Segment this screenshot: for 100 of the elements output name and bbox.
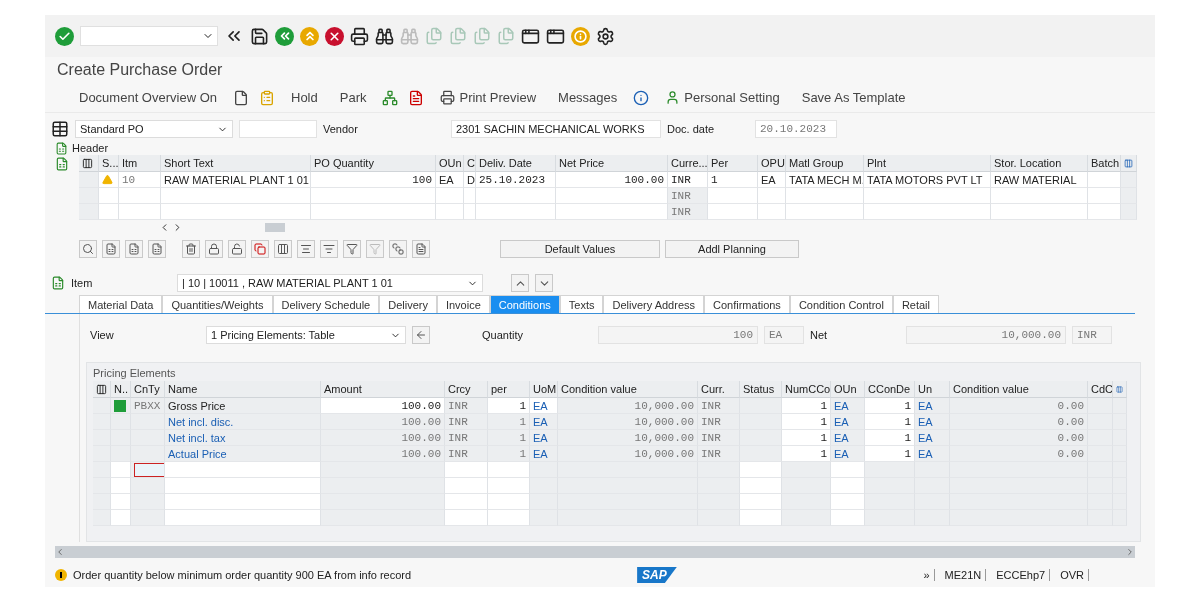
table-cell: INR	[668, 172, 708, 188]
currency-field: INR	[1072, 326, 1112, 344]
table-settings-icon[interactable]	[79, 155, 99, 172]
tab[interactable]: Condition Control	[789, 295, 893, 313]
column-header: PO Quantity	[311, 155, 436, 172]
window-icon[interactable]	[521, 26, 540, 46]
tab[interactable]: Delivery	[379, 295, 437, 313]
table-cell: 1	[782, 430, 831, 446]
tab[interactable]: Invoice	[436, 295, 490, 313]
window-icon[interactable]	[546, 26, 565, 46]
info-icon[interactable]	[633, 89, 650, 106]
table-cell: EA	[915, 414, 950, 430]
save-icon[interactable]	[250, 26, 269, 46]
transaction-dropdown[interactable]: ME21N	[940, 569, 987, 581]
push-button[interactable]: Addl Planning	[665, 240, 799, 258]
tab[interactable]: Quantities/Weights	[162, 295, 273, 313]
tab[interactable]: Confirmations	[704, 295, 790, 313]
table-tool-icon[interactable]	[148, 240, 166, 258]
filter-icon[interactable]	[343, 240, 361, 258]
table-cell: 0.00	[950, 446, 1088, 462]
columns-icon[interactable]	[274, 240, 292, 258]
tab[interactable]: Material Data	[79, 295, 163, 313]
toolbar-button[interactable]: Hold	[285, 88, 324, 107]
doc-type-dropdown[interactable]: Standard PO	[75, 120, 233, 138]
date-field[interactable]: 20.10.2023	[755, 120, 837, 138]
vendor-field[interactable]: 2301 SACHIN MECHANICAL WORKS	[451, 120, 661, 138]
collapse-icon[interactable]	[51, 276, 65, 290]
column-settings-icon[interactable]	[1121, 155, 1137, 172]
table-cell: 100.00	[556, 172, 668, 188]
scrollbar[interactable]	[55, 546, 1135, 558]
table-cell: INR	[445, 398, 488, 414]
more-button[interactable]: »	[919, 569, 935, 581]
printer-icon[interactable]	[350, 26, 369, 46]
table-cell	[488, 510, 530, 526]
table-cell: 1	[865, 414, 915, 430]
table-cell	[865, 478, 915, 494]
field-label: Doc. date	[667, 123, 716, 135]
up-icon[interactable]	[300, 26, 319, 46]
tab[interactable]: Texts	[559, 295, 604, 313]
column-header: Amount	[321, 381, 445, 398]
settings-icon[interactable]	[596, 26, 615, 46]
column-header: CnTy	[131, 381, 165, 398]
hierarchy-icon[interactable]	[382, 89, 399, 106]
tab[interactable]: Delivery Schedule	[272, 295, 380, 313]
copy-icon[interactable]	[251, 240, 269, 258]
table-cell	[740, 494, 782, 510]
tab[interactable]: Retail	[892, 295, 939, 313]
document-icon[interactable]	[233, 89, 249, 106]
scroll-right-icon[interactable]	[1125, 547, 1135, 557]
delete-icon[interactable]	[182, 240, 200, 258]
system-label: ECCEhp7	[992, 569, 1051, 581]
table-cell	[131, 510, 165, 526]
toolbar-button[interactable]: Park	[333, 88, 373, 107]
expand-icon[interactable]	[55, 141, 68, 155]
command-field[interactable]	[80, 26, 218, 46]
table-cell	[698, 478, 740, 494]
align-icon[interactable]	[297, 240, 315, 258]
export-icon[interactable]	[389, 240, 407, 258]
toolbar-button[interactable]: Personal Setting	[659, 88, 786, 107]
view-dropdown[interactable]: 1 Pricing Elements: Table	[206, 326, 406, 344]
unlock-icon[interactable]	[228, 240, 246, 258]
column-settings-icon[interactable]	[1113, 381, 1127, 398]
table-cell: EA	[530, 446, 558, 462]
push-button[interactable]: Default Values	[500, 240, 660, 258]
table-tool-icon[interactable]	[102, 240, 120, 258]
table-settings-icon[interactable]	[93, 381, 111, 398]
clipboard-icon[interactable]	[259, 89, 275, 106]
scroll-left-icon[interactable]	[55, 547, 65, 557]
table-cell: 10	[119, 172, 161, 188]
table-cell	[758, 188, 786, 204]
table-cell	[530, 510, 558, 526]
document-icon[interactable]	[408, 89, 425, 106]
toolbar-button[interactable]: Save As Template	[795, 88, 912, 107]
table-cell: 0.00	[950, 430, 1088, 446]
tab[interactable]: Delivery Address	[603, 295, 704, 313]
binoculars-icon[interactable]	[375, 26, 394, 46]
input-field[interactable]	[134, 462, 164, 477]
column-header: NumCCo	[782, 381, 831, 398]
table-cell	[740, 510, 782, 526]
collapse-icon[interactable]	[55, 157, 69, 171]
lock-icon[interactable]	[205, 240, 223, 258]
item-dropdown[interactable]: | 10 | 10011 , RAW MATERIAL PLANT 1 01	[177, 274, 483, 292]
table-cell	[111, 494, 131, 510]
toolbar-button[interactable]: Document Overview On	[73, 88, 223, 107]
column-header: Itm	[119, 155, 161, 172]
table-cell: INR	[698, 430, 740, 446]
scrollbar-thumb[interactable]	[265, 222, 285, 232]
back-icon[interactable]	[275, 26, 294, 46]
table-tool-icon[interactable]	[125, 240, 143, 258]
table-tool-icon[interactable]	[79, 240, 97, 258]
table-cell: 1	[488, 398, 530, 414]
cancel-icon[interactable]	[325, 26, 344, 46]
toolbar-button[interactable]: Print Preview	[434, 88, 543, 107]
sort-icon[interactable]	[320, 240, 338, 258]
table-cell: PBXX	[131, 398, 165, 414]
toolbar-button[interactable]: Messages	[552, 88, 624, 107]
list-icon[interactable]	[412, 240, 430, 258]
check-icon[interactable]	[55, 26, 74, 46]
table-cell	[782, 510, 831, 526]
quantity-field: 100	[598, 326, 758, 344]
